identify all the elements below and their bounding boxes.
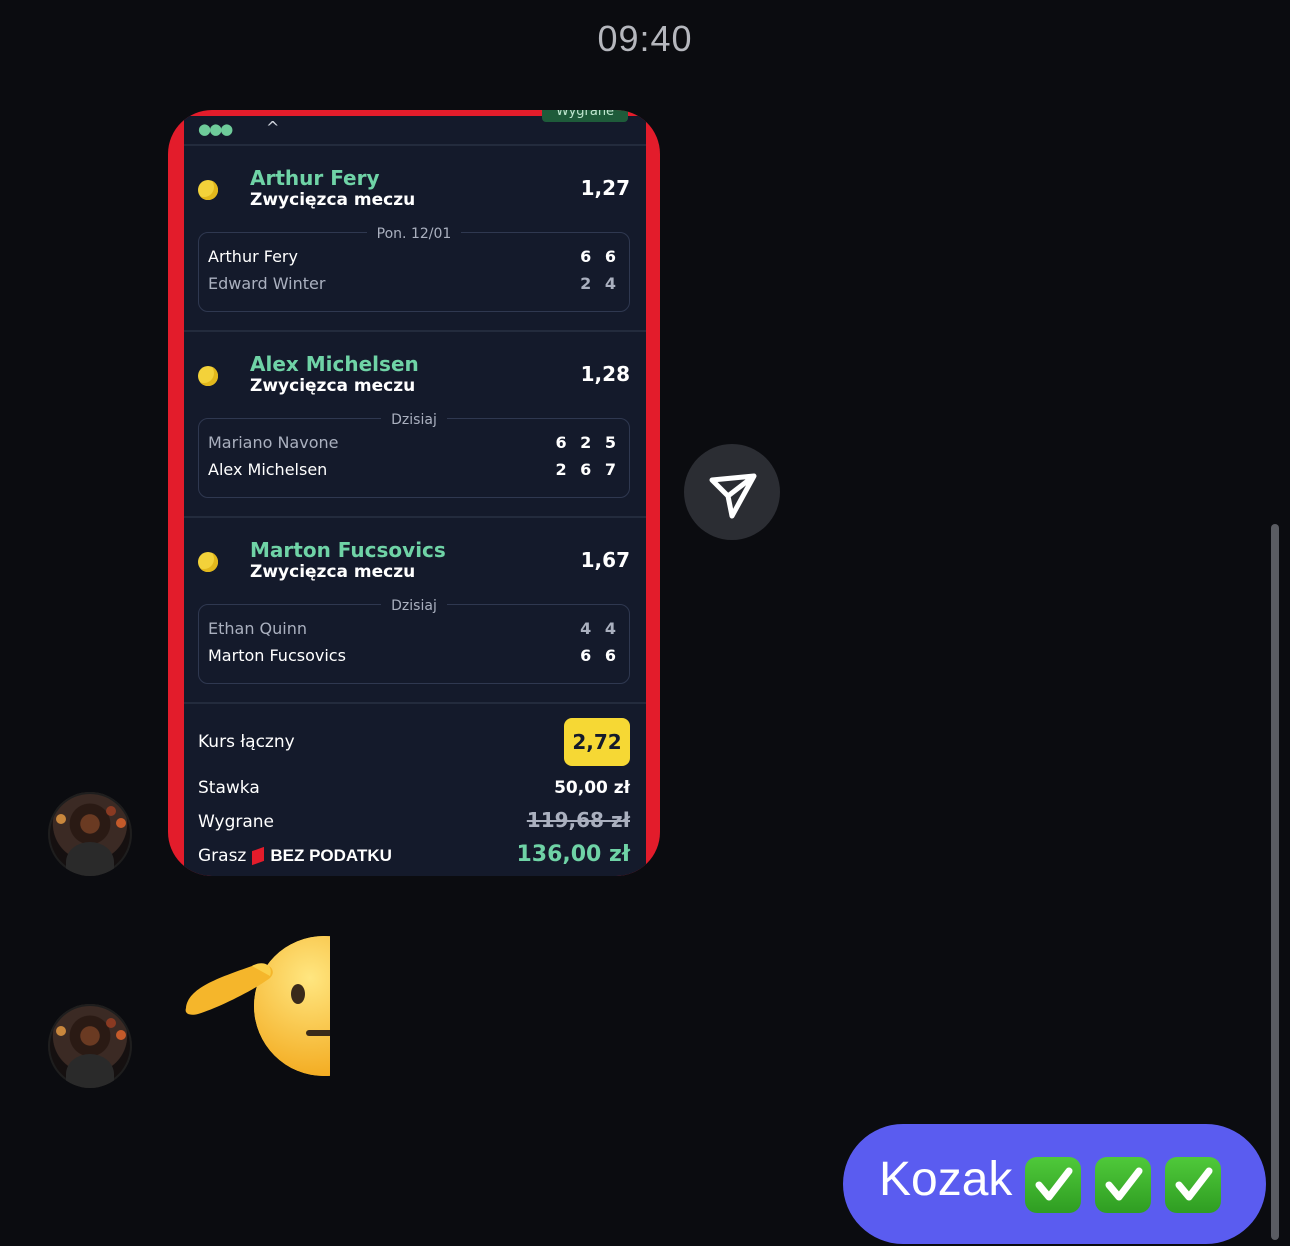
tax-free-text: BEZ PODATKU bbox=[270, 846, 392, 865]
match-result-box: Dzisiaj Ethan Quinn 4 4 Marton Fucsovics… bbox=[198, 598, 630, 684]
scrollbar[interactable] bbox=[1271, 524, 1279, 1240]
coins-icon: ●●● bbox=[198, 120, 233, 138]
leg-market: Zwycięzca meczu bbox=[250, 562, 416, 582]
leg-market: Zwycięzca meczu bbox=[250, 190, 416, 210]
match-date: Dzisiaj bbox=[381, 412, 447, 428]
player-score: 6 6 bbox=[580, 247, 620, 266]
hammer-icon bbox=[252, 846, 265, 866]
player-name: Arthur Fery bbox=[208, 247, 298, 266]
check-mark-icon bbox=[1165, 1157, 1221, 1213]
match-date: Pon. 12/01 bbox=[366, 226, 462, 242]
winnings-label: Wygrane bbox=[198, 812, 275, 832]
leg-market: Zwycięzca meczu bbox=[250, 376, 416, 396]
tennis-ball-icon bbox=[198, 180, 218, 200]
player-name: Edward Winter bbox=[208, 274, 326, 293]
bet-slip-image[interactable]: ●●● ^ Wygrane Arthur Fery Zwycięzca mecz… bbox=[168, 110, 660, 876]
player-name: Ethan Quinn bbox=[208, 619, 308, 638]
bet-leg: Alex Michelsen Zwycięzca meczu 1,28 Dzis… bbox=[184, 332, 646, 518]
leg-odds: 1,67 bbox=[580, 548, 630, 572]
message-text: Kozak bbox=[879, 1153, 1013, 1206]
check-mark-icon bbox=[1095, 1157, 1151, 1213]
player-name: Marton Fucsovics bbox=[208, 646, 346, 665]
bet-leg: Arthur Fery Zwycięzca meczu 1,27 Pon. 12… bbox=[184, 146, 646, 332]
match-result-box: Dzisiaj Mariano Navone 6 2 5 Alex Michel… bbox=[198, 412, 630, 498]
chevron-up-icon: ^ bbox=[266, 118, 280, 137]
player-score: 2 6 7 bbox=[555, 460, 620, 479]
leg-pick: Arthur Fery bbox=[250, 166, 380, 190]
tennis-ball-icon bbox=[198, 366, 218, 386]
player-score: 6 6 bbox=[580, 646, 620, 665]
match-result-box: Pon. 12/01 Arthur Fery 6 6 Edward Winter… bbox=[198, 226, 630, 312]
tennis-ball-icon bbox=[198, 552, 218, 572]
player-score: 2 4 bbox=[580, 274, 620, 293]
saluting-face-emoji bbox=[178, 930, 330, 1078]
stake-value: 50,00 zł bbox=[554, 778, 630, 798]
check-mark-icon bbox=[1025, 1157, 1081, 1213]
message-bubble[interactable]: Kozak bbox=[843, 1124, 1266, 1244]
bet-leg: Marton Fucsovics Zwycięzca meczu 1,67 Dz… bbox=[184, 518, 646, 704]
player-name: Alex Michelsen bbox=[208, 460, 328, 479]
total-odds-label: Kurs łączny bbox=[198, 732, 295, 752]
status-badge: Wygrane bbox=[542, 110, 628, 122]
send-icon bbox=[709, 473, 757, 519]
winnings-new-value: 136,00 zł bbox=[516, 842, 630, 867]
avatar[interactable] bbox=[48, 792, 132, 876]
tax-row: Grasz BEZ PODATKU bbox=[198, 846, 392, 866]
leg-pick: Alex Michelsen bbox=[250, 352, 419, 376]
leg-odds: 1,28 bbox=[580, 362, 630, 386]
message-timestamp: 09:40 bbox=[597, 18, 693, 59]
tax-label: Grasz bbox=[198, 846, 247, 866]
player-score: 6 2 5 bbox=[555, 433, 620, 452]
stake-label: Stawka bbox=[198, 778, 260, 798]
slip-summary: Kurs łączny 2,72 Stawka 50,00 zł Wygrane… bbox=[184, 704, 646, 876]
match-date: Dzisiaj bbox=[381, 598, 447, 614]
share-button[interactable] bbox=[684, 444, 780, 540]
leg-odds: 1,27 bbox=[580, 176, 630, 200]
player-score: 4 4 bbox=[580, 619, 620, 638]
avatar[interactable] bbox=[48, 1004, 132, 1088]
slip-header: ●●● ^ Wygrane bbox=[184, 110, 646, 146]
winnings-old-value: 119,68 zł bbox=[526, 808, 630, 832]
total-odds-badge: 2,72 bbox=[564, 718, 630, 766]
leg-pick: Marton Fucsovics bbox=[250, 538, 446, 562]
player-name: Mariano Navone bbox=[208, 433, 339, 452]
